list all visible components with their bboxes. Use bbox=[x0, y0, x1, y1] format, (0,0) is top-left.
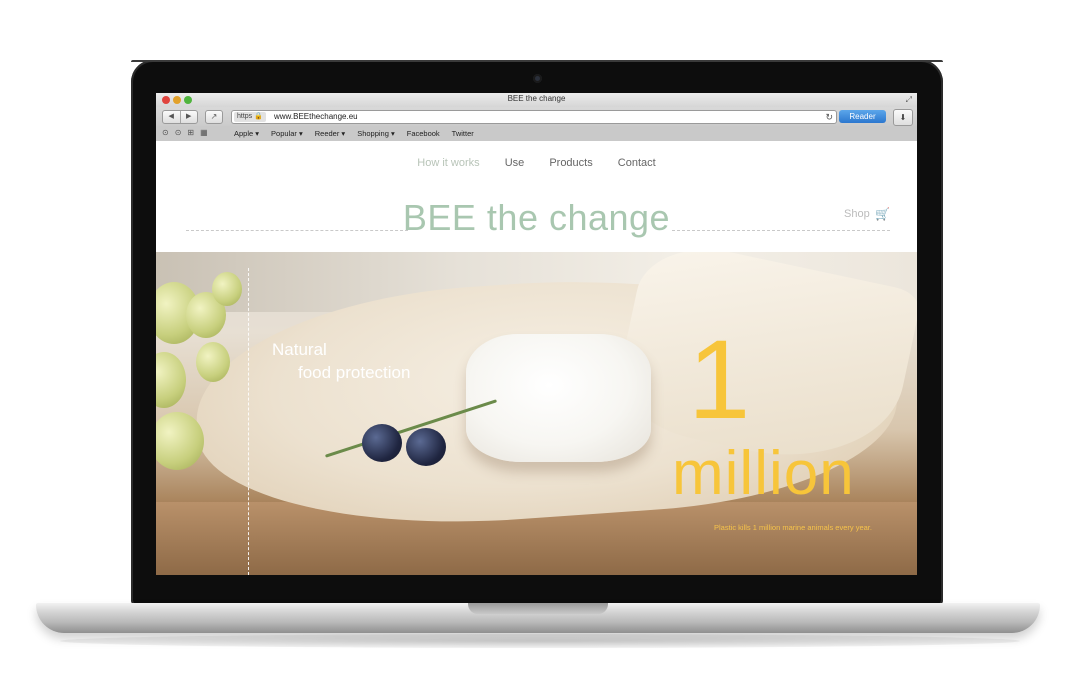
grape bbox=[212, 272, 242, 306]
blueberry bbox=[406, 428, 446, 466]
stat-number: 1 bbox=[688, 317, 751, 442]
laptop-screen: BEE the change ⤢ ◀ ▶ ↗ https 🔒 www.BEEth… bbox=[156, 93, 917, 575]
url-text[interactable]: www.BEEthechange.eu bbox=[274, 111, 358, 123]
address-bar[interactable]: https 🔒 www.BEEthechange.eu ↻ bbox=[231, 110, 837, 124]
bookmark-list: Apple ▾ Popular ▾ Reeder ▾ Shopping ▾ Fa… bbox=[234, 129, 474, 138]
https-label: https bbox=[237, 113, 253, 120]
https-badge: https 🔒 bbox=[234, 112, 266, 122]
window-title: BEE the change bbox=[507, 94, 566, 103]
grape bbox=[196, 342, 230, 382]
nav-how-it-works[interactable]: How it works bbox=[417, 157, 479, 169]
forward-button[interactable]: ▶ bbox=[179, 111, 198, 123]
bookmarks-bar: ⊙⊙⊞▦ Apple ▾ Popular ▾ Reeder ▾ Shopping… bbox=[156, 126, 917, 142]
header-divider-right bbox=[672, 230, 890, 231]
laptop-notch bbox=[468, 603, 608, 614]
browser-toolbar: ◀ ▶ ↗ https 🔒 www.BEEthechange.eu ↻ Read… bbox=[156, 107, 917, 126]
cart-icon[interactable]: 🛒 bbox=[875, 207, 890, 221]
nav-products[interactable]: Products bbox=[549, 157, 592, 169]
hero-banner: Natural food protection 1 million Plasti… bbox=[156, 252, 917, 575]
site-nav: How it works Use Products Contact bbox=[156, 157, 917, 169]
site-brand[interactable]: BEE the change bbox=[156, 197, 917, 239]
share-button[interactable]: ↗ bbox=[205, 110, 223, 124]
bookmark-apple[interactable]: Apple ▾ bbox=[234, 129, 259, 138]
bookmark-twitter[interactable]: Twitter bbox=[452, 129, 474, 138]
goat-cheese-image bbox=[466, 334, 651, 462]
hero-dashed-line bbox=[248, 268, 249, 575]
laptop-shadow bbox=[60, 634, 1020, 648]
nav-contact[interactable]: Contact bbox=[618, 157, 656, 169]
bookmark-reeder[interactable]: Reeder ▾ bbox=[315, 129, 345, 138]
camera bbox=[533, 74, 542, 83]
stat-caption: Plastic kills 1 million marine animals e… bbox=[714, 523, 872, 532]
fullscreen-icon[interactable]: ⤢ bbox=[906, 95, 912, 105]
blueberry bbox=[362, 424, 402, 462]
web-page: How it works Use Products Contact BEE th… bbox=[156, 141, 917, 575]
grapes-image bbox=[156, 272, 276, 472]
hero-tagline-line1: Natural bbox=[272, 340, 327, 359]
laptop-base bbox=[36, 603, 1040, 633]
bookmark-facebook[interactable]: Facebook bbox=[407, 129, 440, 138]
top-sites-icon[interactable]: ▦ bbox=[200, 128, 214, 137]
bookmark-popular[interactable]: Popular ▾ bbox=[271, 129, 303, 138]
bookmarks-icon[interactable]: ⊞ bbox=[187, 128, 200, 137]
back-forward-buttons: ◀ ▶ bbox=[162, 110, 198, 124]
browser-titlebar: BEE the change ⤢ bbox=[156, 93, 917, 107]
reload-icon[interactable]: ↻ bbox=[825, 111, 833, 123]
nav-use[interactable]: Use bbox=[505, 157, 525, 169]
back-button[interactable]: ◀ bbox=[163, 111, 180, 123]
reading-list-icon[interactable]: ⊙⊙ bbox=[162, 128, 187, 137]
grape bbox=[156, 412, 204, 470]
downloads-icon[interactable]: ⬇ bbox=[893, 109, 913, 126]
grape bbox=[156, 352, 186, 408]
laptop-lid: BEE the change ⤢ ◀ ▶ ↗ https 🔒 www.BEEth… bbox=[131, 60, 943, 606]
bookmark-tools: ⊙⊙⊞▦ bbox=[162, 128, 214, 137]
bookmark-shopping[interactable]: Shopping ▾ bbox=[357, 129, 395, 138]
shop-link[interactable]: Shop bbox=[844, 208, 870, 220]
hero-tagline-line2: food protection bbox=[298, 363, 411, 382]
reader-button[interactable]: Reader bbox=[839, 110, 886, 123]
stat-unit: million bbox=[672, 439, 855, 508]
